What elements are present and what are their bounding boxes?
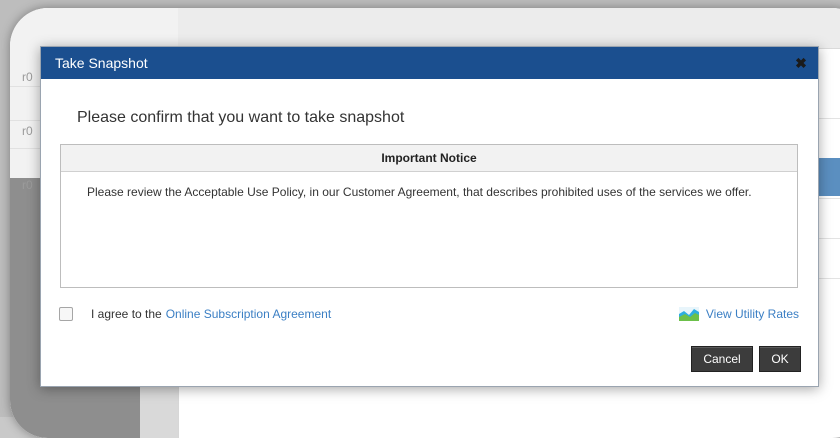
background-stub-text: r0 [22, 70, 33, 84]
confirm-message: Please confirm that you want to take sna… [77, 109, 405, 126]
notice-panel: Important Notice Please review the Accep… [60, 144, 798, 288]
background-stub-text: r0 [22, 178, 33, 192]
dialog-header: Take Snapshot ✖ [41, 47, 818, 79]
notice-heading: Important Notice [61, 145, 797, 172]
background-stub-text: r0 [22, 124, 33, 138]
view-utility-rates-label: View Utility Rates [705, 307, 799, 321]
background-header [178, 8, 840, 49]
chart-area-icon [678, 307, 699, 321]
dialog-title: Take Snapshot [55, 55, 148, 71]
take-snapshot-dialog: Take Snapshot ✖ Please confirm that you … [40, 46, 819, 387]
dialog-buttons: Cancel OK [691, 346, 801, 372]
agreement-group: I agree to the Online Subscription Agree… [59, 307, 331, 321]
ok-button[interactable]: OK [759, 346, 801, 372]
agree-checkbox[interactable] [59, 307, 73, 321]
close-icon[interactable]: ✖ [792, 54, 810, 72]
subscription-agreement-link[interactable]: Online Subscription Agreement [166, 307, 331, 321]
agreement-label: I agree to the [91, 307, 162, 321]
notice-text: Please review the Acceptable Use Policy,… [87, 185, 752, 199]
agreement-row: I agree to the Online Subscription Agree… [59, 305, 799, 323]
view-utility-rates-link[interactable]: View Utility Rates [678, 307, 799, 321]
cancel-button[interactable]: Cancel [691, 346, 753, 372]
